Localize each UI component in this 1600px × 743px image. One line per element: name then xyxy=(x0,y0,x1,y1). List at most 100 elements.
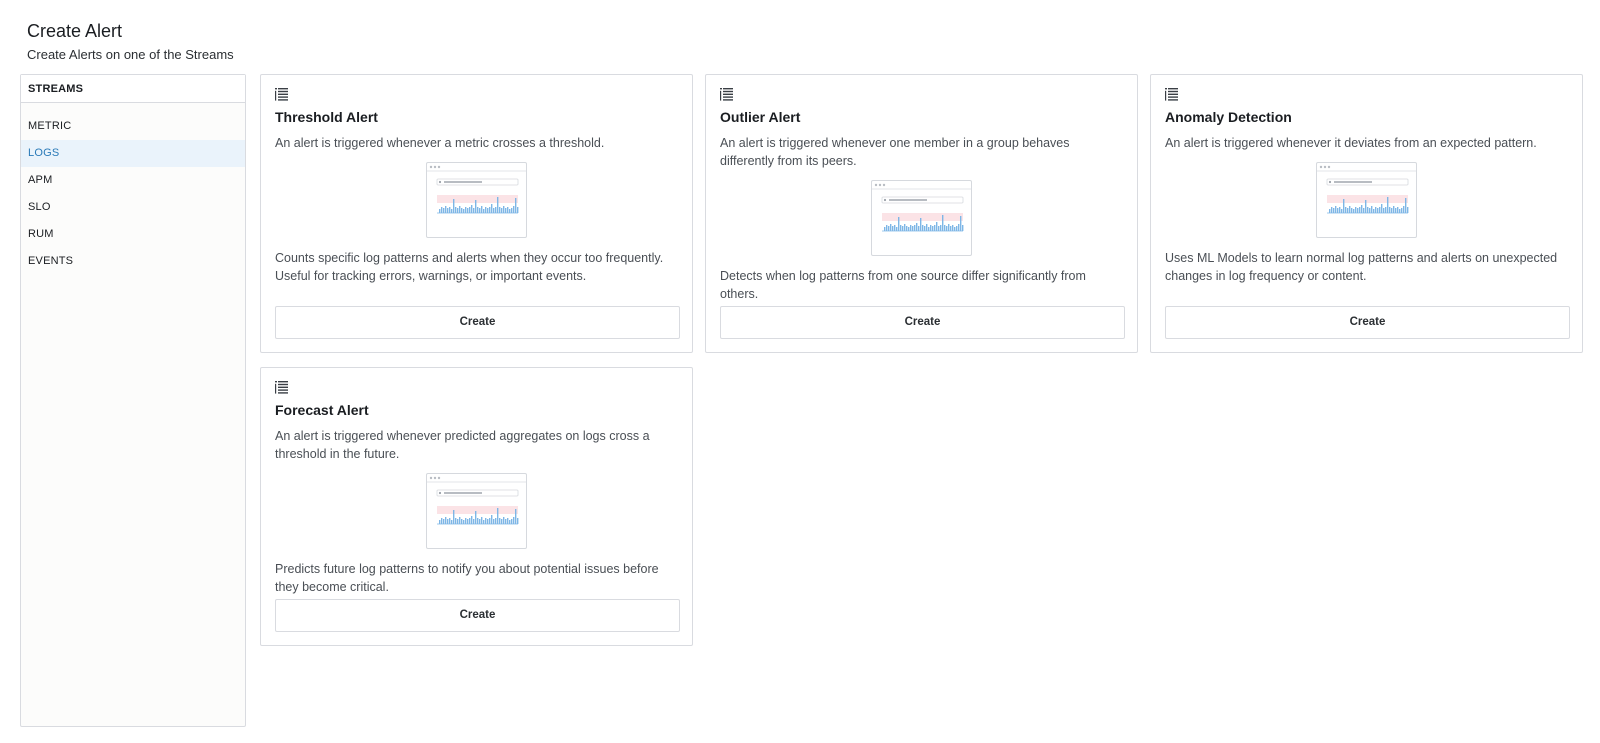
preview-bar xyxy=(517,207,519,213)
list-icon xyxy=(275,87,678,101)
card-detail: Uses ML Models to learn normal log patte… xyxy=(1165,251,1558,283)
preview-bar xyxy=(495,518,497,524)
preview-bar xyxy=(952,225,954,231)
query-text-line xyxy=(889,199,927,201)
alert-card-outlier: Outlier Alert An alert is triggered when… xyxy=(705,74,1138,353)
preview-bar xyxy=(1361,205,1363,213)
preview-bar xyxy=(441,207,443,213)
list-icon xyxy=(275,380,678,394)
preview-bar xyxy=(884,227,886,231)
preview-bar xyxy=(515,198,517,213)
preview-bar xyxy=(898,217,900,231)
preview-bar xyxy=(1343,199,1345,213)
query-text-line xyxy=(444,181,482,183)
page-subtitle: Create Alerts on one of the Streams xyxy=(27,47,234,62)
preview-bar xyxy=(1333,208,1335,213)
preview-bar xyxy=(1401,208,1403,213)
preview-bar xyxy=(487,519,489,524)
preview-bar xyxy=(451,520,453,524)
preview-bar xyxy=(950,226,952,231)
window-dot xyxy=(429,165,433,169)
preview-bar xyxy=(497,508,499,524)
preview-bar xyxy=(1371,206,1373,213)
window-dot xyxy=(878,183,882,187)
preview-bar xyxy=(483,209,485,213)
preview-bar xyxy=(1351,208,1353,213)
preview-bar xyxy=(505,208,507,213)
preview-bar xyxy=(1407,207,1409,213)
chart-preview-image xyxy=(871,180,972,256)
preview-bar xyxy=(489,207,491,213)
preview-bar xyxy=(493,208,495,213)
preview-bar xyxy=(469,518,471,524)
sidebar-item-slo[interactable]: SLO xyxy=(21,194,245,221)
preview-bar xyxy=(956,226,958,231)
preview-bar xyxy=(912,226,914,231)
preview-bar xyxy=(954,227,956,231)
preview-bar xyxy=(479,519,481,524)
create-forecast-alert-button[interactable]: Create xyxy=(275,599,680,632)
preview-bar xyxy=(1357,208,1359,213)
preview-bar xyxy=(1345,207,1347,213)
query-text-line xyxy=(444,492,482,494)
create-threshold-alert-button[interactable]: Create xyxy=(275,306,680,339)
sidebar-item-metric[interactable]: METRIC xyxy=(21,113,245,140)
preview-bar xyxy=(443,519,445,524)
preview-bar xyxy=(465,207,467,213)
preview-bar xyxy=(473,208,475,213)
preview-bar xyxy=(507,207,509,213)
card-detail: Counts specific log patterns and alerts … xyxy=(275,251,664,283)
window-dot xyxy=(433,476,437,480)
page-header: Create Alert Create Alerts on one of the… xyxy=(27,20,234,63)
preview-bar xyxy=(1331,207,1333,213)
create-anomaly-detection-button[interactable]: Create xyxy=(1165,306,1570,339)
preview-bar xyxy=(493,519,495,524)
preview-bar xyxy=(958,224,960,231)
preview-bar xyxy=(906,226,908,231)
preview-bar xyxy=(457,519,459,524)
preview-bar xyxy=(1355,207,1357,213)
preview-bar xyxy=(445,206,447,213)
preview-bar xyxy=(920,218,922,231)
preview-bar xyxy=(449,207,451,213)
preview-bar xyxy=(459,206,461,213)
create-outlier-alert-button[interactable]: Create xyxy=(720,306,1125,339)
preview-bar xyxy=(908,227,910,231)
preview-bar xyxy=(469,207,471,213)
preview-bar xyxy=(936,222,938,231)
preview-bar xyxy=(960,216,962,231)
preview-bar xyxy=(453,199,455,213)
preview-bar xyxy=(443,208,445,213)
preview-bar xyxy=(467,208,469,213)
preview-bar xyxy=(1335,206,1337,213)
preview-bar xyxy=(896,227,898,231)
window-dot xyxy=(437,476,441,480)
preview-bar xyxy=(477,518,479,524)
sidebar-item-rum[interactable]: RUM xyxy=(21,221,245,248)
preview-bar xyxy=(944,225,946,231)
preview-bar xyxy=(451,209,453,213)
streams-list: METRIC LOGS APM SLO RUM EVENTS xyxy=(21,113,245,275)
card-description: An alert is triggered whenever it deviat… xyxy=(1165,136,1537,150)
preview-bar xyxy=(453,510,455,524)
preview-bar xyxy=(487,208,489,213)
preview-bar xyxy=(1381,204,1383,213)
preview-wrap xyxy=(275,162,678,238)
sidebar-item-logs[interactable]: LOGS xyxy=(21,140,245,167)
preview-bar xyxy=(471,205,473,213)
preview-bar xyxy=(489,518,491,524)
sidebar-item-apm[interactable]: APM xyxy=(21,167,245,194)
preview-bar xyxy=(1399,209,1401,213)
preview-bar xyxy=(1329,209,1331,213)
preview-bar xyxy=(1359,207,1361,213)
sidebar-item-events[interactable]: EVENTS xyxy=(21,248,245,275)
preview-bar xyxy=(1379,207,1381,213)
preview-wrap xyxy=(1165,162,1568,238)
preview-bar xyxy=(1385,207,1387,213)
window-dot xyxy=(437,165,441,169)
preview-bar xyxy=(501,519,503,524)
card-description: An alert is triggered whenever one membe… xyxy=(720,136,1070,168)
query-icon xyxy=(1328,180,1332,184)
window-dot xyxy=(1323,165,1327,169)
preview-bar xyxy=(445,517,447,524)
